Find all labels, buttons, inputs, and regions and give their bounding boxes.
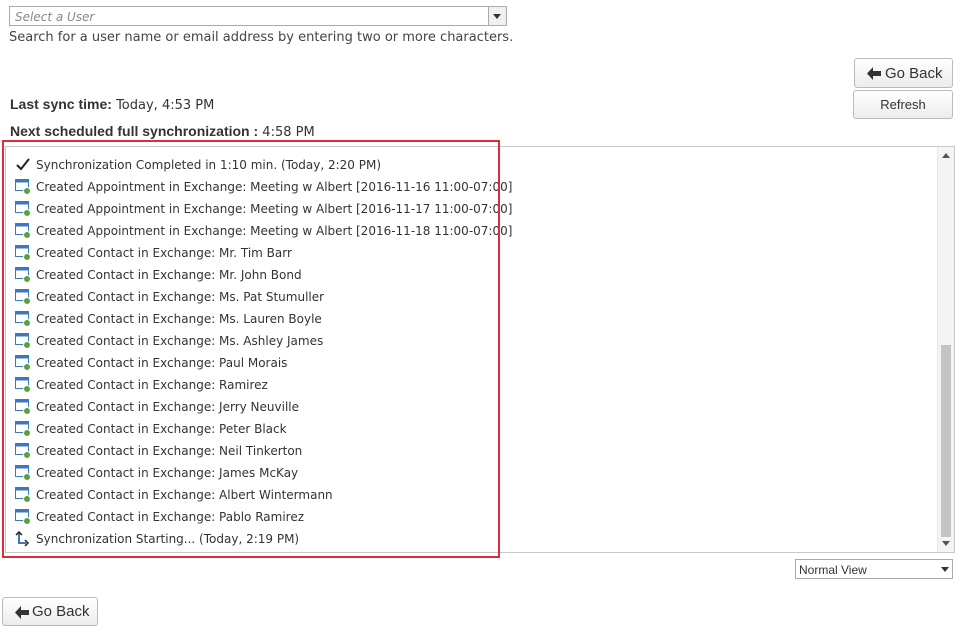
log-entry: Created Contact in Exchange: Jerry Neuvi… — [14, 397, 914, 419]
go-back-label: Go Back — [885, 65, 943, 82]
log-entry: Created Appointment in Exchange: Meeting… — [14, 221, 914, 243]
log-entry: Created Contact in Exchange: Ms. Lauren … — [14, 309, 914, 331]
last-sync-label: Last sync time: — [10, 96, 112, 112]
next-sync-value: 4:58 PM — [262, 125, 315, 140]
log-entry-text: Created Contact in Exchange: Ms. Lauren … — [36, 312, 322, 326]
last-sync-time: Last sync time: Today, 4:53 PM — [10, 96, 214, 113]
log-entry-text: Created Contact in Exchange: Peter Black — [36, 422, 287, 436]
log-entry-text: Created Contact in Exchange: Albert Wint… — [36, 488, 333, 502]
go-back-button-bottom[interactable]: Go Back — [2, 597, 98, 626]
log-entry-text: Created Contact in Exchange: Mr. John Bo… — [36, 268, 302, 282]
chevron-down-icon — [941, 567, 949, 572]
chevron-down-icon — [493, 14, 501, 19]
scroll-thumb[interactable] — [941, 345, 951, 537]
log-entry-text: Created Appointment in Exchange: Meeting… — [36, 224, 513, 238]
created-item-icon — [15, 509, 31, 525]
log-entry-text: Synchronization Starting... (Today, 2:19… — [36, 532, 300, 546]
created-item-icon — [15, 465, 31, 481]
next-sync-label: Next scheduled full synchronization : — [10, 123, 259, 139]
log-entry: Synchronization Completed in 1:10 min. (… — [14, 155, 914, 177]
log-entry-text: Created Contact in Exchange: Ms. Ashley … — [36, 334, 324, 348]
user-select[interactable]: Select a User — [9, 6, 507, 26]
arrow-left-icon — [867, 67, 881, 85]
view-mode-select[interactable]: Normal View — [795, 559, 953, 579]
log-scrollbar[interactable] — [937, 147, 954, 552]
go-back-button-top[interactable]: Go Back — [854, 58, 953, 88]
created-item-icon — [15, 421, 31, 437]
go-back-label: Go Back — [32, 603, 90, 620]
view-mode-value: Normal View — [799, 563, 867, 577]
next-sync-time: Next scheduled full synchronization : 4:… — [10, 123, 315, 140]
log-entry: Created Appointment in Exchange: Meeting… — [14, 177, 914, 199]
log-entry-text: Created Contact in Exchange: Pablo Ramir… — [36, 510, 305, 524]
created-item-icon — [15, 355, 31, 371]
created-item-icon — [15, 245, 31, 261]
log-entry-text: Created Contact in Exchange: Mr. Tim Bar… — [36, 246, 292, 260]
scroll-down-icon[interactable] — [942, 541, 950, 546]
check-icon — [15, 157, 31, 173]
refresh-button[interactable]: Refresh — [853, 90, 953, 119]
sync-start-icon — [15, 530, 31, 547]
created-item-icon — [15, 377, 31, 393]
created-item-icon — [15, 487, 31, 503]
sync-log-list: Synchronization Completed in 1:10 min. (… — [14, 155, 914, 551]
log-entry-text: Created Contact in Exchange: Ramirez — [36, 378, 268, 392]
log-entry: Created Contact in Exchange: Neil Tinker… — [14, 441, 914, 463]
log-entry: Created Contact in Exchange: Pablo Ramir… — [14, 507, 914, 529]
log-entry-text: Created Contact in Exchange: Jerry Neuvi… — [36, 400, 299, 414]
scroll-up-icon[interactable] — [942, 153, 950, 158]
log-entry: Created Contact in Exchange: Mr. John Bo… — [14, 265, 914, 287]
log-entry: Created Appointment in Exchange: Meeting… — [14, 199, 914, 221]
user-search-hint: Search for a user name or email address … — [9, 30, 514, 45]
log-entry: Created Contact in Exchange: Paul Morais — [14, 353, 914, 375]
log-entry-text: Created Contact in Exchange: Neil Tinker… — [36, 444, 303, 458]
created-item-icon — [15, 223, 31, 239]
log-entry-text: Created Contact in Exchange: Paul Morais — [36, 356, 288, 370]
created-item-icon — [15, 179, 31, 195]
log-entry: Created Contact in Exchange: Peter Black — [14, 419, 914, 441]
log-entry-text: Created Contact in Exchange: James McKay — [36, 466, 299, 480]
log-entry-text: Created Appointment in Exchange: Meeting… — [36, 180, 513, 194]
log-entry-text: Synchronization Completed in 1:10 min. (… — [36, 158, 382, 172]
log-entry: Created Contact in Exchange: James McKay — [14, 463, 914, 485]
created-item-icon — [15, 443, 31, 459]
created-item-icon — [15, 289, 31, 305]
log-entry: Created Contact in Exchange: Albert Wint… — [14, 485, 914, 507]
log-entry: Created Contact in Exchange: Ramirez — [14, 375, 914, 397]
log-entry-text: Created Appointment in Exchange: Meeting… — [36, 202, 513, 216]
log-entry: Synchronization Starting... (Today, 2:19… — [14, 529, 914, 551]
log-entry-text: Created Contact in Exchange: Ms. Pat Stu… — [36, 290, 325, 304]
user-select-toggle[interactable] — [488, 7, 506, 25]
created-item-icon — [15, 267, 31, 283]
created-item-icon — [15, 201, 31, 217]
log-entry: Created Contact in Exchange: Ms. Ashley … — [14, 331, 914, 353]
last-sync-value: Today, 4:53 PM — [116, 98, 215, 113]
created-item-icon — [15, 311, 31, 327]
log-entry: Created Contact in Exchange: Ms. Pat Stu… — [14, 287, 914, 309]
arrow-left-icon — [15, 606, 29, 624]
user-select-placeholder: Select a User — [15, 10, 95, 24]
created-item-icon — [15, 333, 31, 349]
created-item-icon — [15, 399, 31, 415]
sync-log-panel[interactable]: Synchronization Completed in 1:10 min. (… — [5, 146, 955, 553]
refresh-label: Refresh — [880, 97, 926, 112]
log-entry: Created Contact in Exchange: Mr. Tim Bar… — [14, 243, 914, 265]
